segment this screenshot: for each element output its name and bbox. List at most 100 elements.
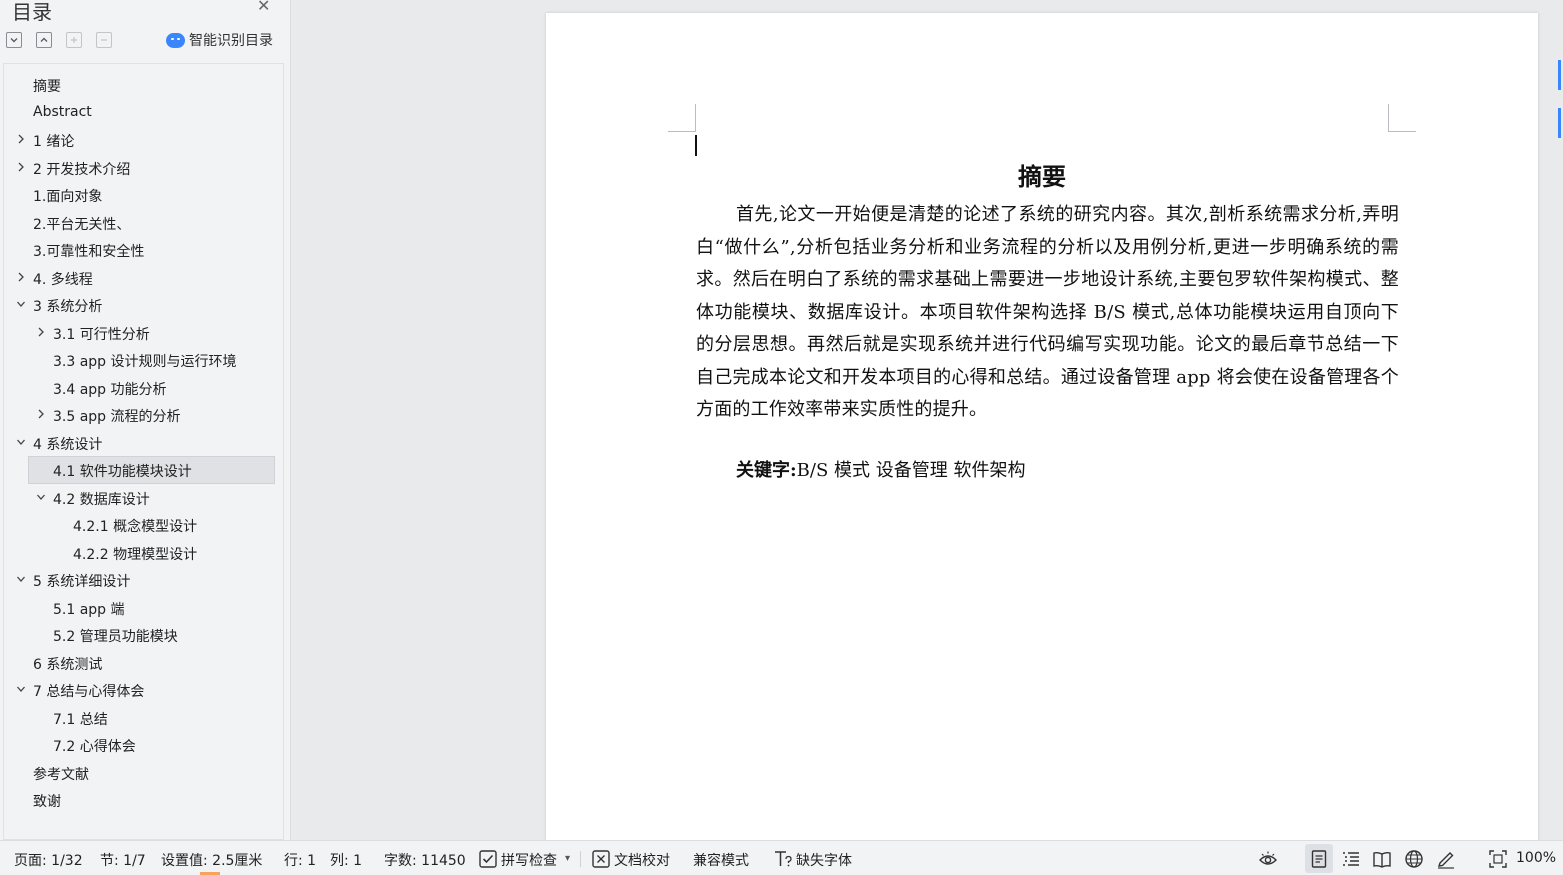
- toc-item-label: 2 开发技术介绍: [33, 161, 131, 178]
- toc-item-label: 5 系统详细设计: [33, 574, 131, 590]
- toc-item[interactable]: 5.1 app 端: [4, 594, 283, 621]
- status-bar: 页面: 1/32 节: 1/7 设置值: 2.5厘米 行: 1 列: 1 字数:…: [0, 840, 1563, 875]
- remove-heading-icon[interactable]: [96, 32, 112, 48]
- missing-fonts-button[interactable]: 缺失字体: [796, 850, 852, 870]
- toc-item-label: 3.3 app 设计规则与运行环境: [53, 354, 237, 370]
- eye-protection-icon[interactable]: [1258, 849, 1278, 869]
- document-page[interactable]: 摘要 首先,论文一开始便是清楚的论述了系统的研究内容。其次,剖析系统需求分析,弄…: [546, 13, 1538, 843]
- toc-item-label: 3.可靠性和安全性: [33, 244, 145, 260]
- toc-item[interactable]: 3.4 app 功能分析: [4, 374, 283, 401]
- toc-item-label: 6 系统测试: [33, 656, 103, 673]
- toc-item[interactable]: 致谢: [4, 786, 283, 813]
- chevron-down-icon[interactable]: [16, 435, 26, 449]
- outline-view-icon[interactable]: [1341, 849, 1361, 869]
- toc-item[interactable]: Abstract: [4, 99, 283, 126]
- abstract-heading[interactable]: 摘要: [696, 157, 1388, 192]
- toc-item-label: 2.平台无关性、: [33, 216, 131, 233]
- chevron-down-icon[interactable]: [16, 297, 26, 311]
- keywords-label: 关键字:: [736, 460, 797, 481]
- toc-item[interactable]: 7.2 心得体会: [4, 731, 283, 758]
- spellcheck-icon[interactable]: [478, 849, 498, 869]
- toc-item[interactable]: 3 系统分析: [4, 291, 283, 318]
- text-cursor: [695, 135, 697, 156]
- toc-item[interactable]: 4.2.1 概念模型设计: [4, 511, 283, 538]
- toc-item-label: 3.4 app 功能分析: [53, 381, 167, 398]
- toc-item[interactable]: 4.1 软件功能模块设计: [4, 456, 283, 484]
- web-view-icon[interactable]: [1404, 849, 1424, 869]
- scroll-markers: [1558, 60, 1563, 140]
- toc-item[interactable]: 1.面向对象: [4, 181, 283, 208]
- setting-value[interactable]: 设置值: 2.5厘米: [161, 850, 262, 870]
- toc-item[interactable]: 5 系统详细设计: [4, 566, 283, 593]
- toc-item-label: 摘要: [33, 79, 61, 95]
- doc-proof-button[interactable]: 文档校对: [614, 850, 670, 870]
- keywords-line[interactable]: 关键字:B/S 模式 设备管理 软件架构: [736, 456, 1025, 482]
- toc-item-label: 1.面向对象: [33, 189, 103, 205]
- toc-item[interactable]: 2 开发技术介绍: [4, 154, 283, 181]
- ai-assistant-icon: [166, 32, 185, 48]
- toc-item[interactable]: 1 绪论: [4, 126, 283, 153]
- toc-item-label: 7.1 总结: [53, 711, 108, 728]
- chevron-down-icon[interactable]: ▾: [565, 853, 570, 864]
- zoom-level[interactable]: 100%: [1516, 850, 1556, 866]
- page-view-icon[interactable]: [1309, 849, 1329, 869]
- toc-item-label: 3.5 app 流程的分析: [53, 409, 181, 425]
- abstract-paragraph[interactable]: 首先,论文一开始便是清楚的论述了系统的研究内容。其次,剖析系统需求分析,弄明白“…: [696, 199, 1399, 427]
- chevron-down-icon[interactable]: [16, 572, 26, 586]
- toc-item[interactable]: 3.3 app 设计规则与运行环境: [4, 346, 283, 373]
- chevron-down-icon[interactable]: [16, 682, 26, 696]
- toc-item[interactable]: 4.2 数据库设计: [4, 484, 283, 511]
- toc-item-label: 4.2 数据库设计: [53, 491, 150, 508]
- toc-sidebar: 目录 ✕ 智能识别目录 摘要 Abstract 1 绪论 2 开发技术介绍 1.面向对象…: [0, 0, 291, 840]
- chevron-right-icon[interactable]: [36, 407, 46, 421]
- toc-item[interactable]: 3.可靠性和安全性: [4, 236, 283, 263]
- missing-font-icon[interactable]: [773, 849, 793, 869]
- toc-item[interactable]: 3.1 可行性分析: [4, 319, 283, 346]
- page-indicator[interactable]: 页面: 1/32: [14, 850, 83, 870]
- chevron-down-icon[interactable]: [36, 490, 46, 504]
- toc-item-label: 7 总结与心得体会: [33, 684, 145, 700]
- write-mode-icon[interactable]: [1436, 849, 1456, 869]
- document-area[interactable]: 摘要 首先,论文一开始便是清楚的论述了系统的研究内容。其次,剖析系统需求分析,弄…: [292, 0, 1563, 843]
- scroll-marker: [1558, 60, 1561, 90]
- toc-item-label: 4 系统设计: [33, 436, 103, 453]
- smart-toc-label: 智能识别目录: [189, 33, 273, 49]
- add-heading-icon[interactable]: [66, 32, 82, 48]
- toc-item[interactable]: 3.5 app 流程的分析: [4, 401, 283, 428]
- toc-item-label: Abstract: [33, 103, 92, 120]
- crop-mark-top-right: [1388, 104, 1416, 132]
- toc-item-label: 3 系统分析: [33, 299, 103, 315]
- chevron-right-icon[interactable]: [16, 160, 26, 174]
- chevron-right-icon[interactable]: [16, 132, 26, 146]
- toc-panel: 摘要 Abstract 1 绪论 2 开发技术介绍 1.面向对象 2.平台无关性、 3.可靠…: [3, 63, 284, 840]
- toc-item[interactable]: 7.1 总结: [4, 704, 283, 731]
- toc-item[interactable]: 7 总结与心得体会: [4, 676, 283, 703]
- toc-item[interactable]: 4 系统设计: [4, 429, 283, 456]
- toc-item[interactable]: 4. 多线程: [4, 264, 283, 291]
- doc-proof-icon[interactable]: [591, 849, 611, 869]
- section-indicator[interactable]: 节: 1/7: [100, 850, 146, 870]
- toc-item[interactable]: 6 系统测试: [4, 649, 283, 676]
- toc-item[interactable]: 摘要: [4, 71, 283, 98]
- toc-item-label: 4.1 软件功能模块设计: [53, 464, 192, 480]
- fit-page-icon[interactable]: [1488, 849, 1508, 869]
- expand-all-icon[interactable]: [6, 32, 22, 48]
- toc-item[interactable]: 4.2.2 物理模型设计: [4, 539, 283, 566]
- spellcheck-button[interactable]: 拼写检查: [501, 850, 557, 870]
- collapse-all-icon[interactable]: [36, 32, 52, 48]
- chevron-right-icon[interactable]: [16, 270, 26, 284]
- smart-toc-button[interactable]: 智能识别目录: [166, 30, 273, 50]
- toc-item[interactable]: 参考文献: [4, 759, 283, 786]
- row-indicator: 行: 1: [284, 853, 317, 869]
- word-count[interactable]: 字数: 11450: [384, 850, 466, 870]
- toc-item-label: 4.2.2 物理模型设计: [73, 546, 198, 563]
- compat-mode-label[interactable]: 兼容模式: [693, 850, 749, 870]
- toc-item[interactable]: 2.平台无关性、: [4, 209, 283, 236]
- toc-item-label: 5.1 app 端: [53, 601, 125, 618]
- toc-item-label: 致谢: [33, 794, 61, 810]
- toc-item-label: 1 绪论: [33, 134, 75, 150]
- chevron-right-icon[interactable]: [36, 325, 46, 339]
- close-icon[interactable]: ✕: [257, 0, 270, 14]
- reading-view-icon[interactable]: [1372, 849, 1392, 869]
- toc-item[interactable]: 5.2 管理员功能模块: [4, 621, 283, 648]
